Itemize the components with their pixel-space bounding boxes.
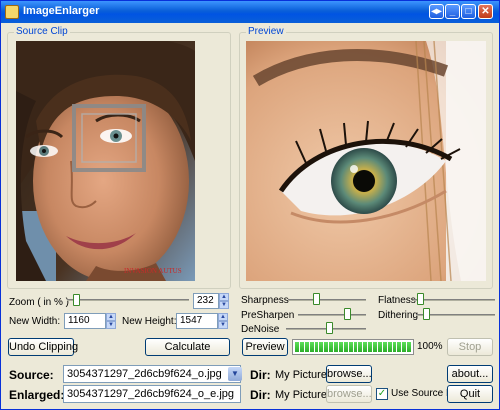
chevron-down-icon[interactable]: ▼: [228, 367, 242, 381]
enlarged-dir-value: My Pictures: [275, 389, 333, 401]
preview-button[interactable]: Preview: [242, 338, 288, 356]
spin-up-icon[interactable]: ▲: [218, 313, 228, 321]
window-title: ImageEnlarger: [23, 5, 100, 17]
quit-button[interactable]: Quit: [447, 385, 493, 403]
title-bar[interactable]: ImageEnlarger ◂▸ _ □ ✕: [1, 1, 499, 23]
minimize-icon[interactable]: _: [445, 4, 460, 19]
presharpen-slider-thumb[interactable]: [343, 308, 351, 320]
spin-up-icon[interactable]: ▲: [106, 313, 116, 321]
browse-source-button[interactable]: browse...: [326, 365, 372, 383]
new-height-input[interactable]: 1547: [176, 313, 218, 329]
source-file-value: 3054371297_2d6cb9f624_o.jpg: [67, 368, 222, 380]
calculate-button[interactable]: Calculate: [145, 338, 230, 356]
stop-button[interactable]: Stop: [447, 338, 493, 356]
preview-image: [246, 41, 486, 281]
zoom-label: Zoom ( in % ): [9, 297, 70, 308]
denoise-label: DeNoise: [241, 324, 280, 335]
app-icon: [5, 5, 19, 19]
spin-down-icon[interactable]: ▼: [218, 321, 228, 329]
use-source-dir-checkbox[interactable]: ✓: [376, 388, 388, 400]
enlarged-file-input[interactable]: 3054371297_2d6cb9f624_o_e.jpg: [63, 385, 241, 403]
sharpness-label: Sharpness: [241, 295, 289, 306]
spin-down-icon[interactable]: ▼: [106, 321, 116, 329]
source-dir-label: Dir:: [250, 368, 271, 382]
close-icon[interactable]: ✕: [478, 4, 493, 19]
spin-down-icon[interactable]: ▼: [219, 301, 229, 309]
new-height-spinner[interactable]: ▲ ▼: [218, 313, 228, 329]
flatness-slider-thumb[interactable]: [416, 293, 424, 305]
source-clip-label: Source Clip: [14, 26, 70, 37]
dithering-slider-thumb[interactable]: [423, 308, 431, 320]
presharpen-label: PreSharpen: [241, 310, 295, 321]
undo-clipping-button[interactable]: Undo Clipping: [8, 338, 78, 356]
restore-icon[interactable]: ◂▸: [429, 4, 444, 19]
enlarged-label: Enlarged:: [9, 388, 65, 402]
source-file-combo[interactable]: 3054371297_2d6cb9f624_o.jpg: [63, 365, 241, 383]
zoom-input[interactable]: 232: [193, 293, 219, 309]
source-label: Source:: [9, 368, 54, 382]
enlarged-dir-label: Dir:: [250, 388, 271, 402]
source-portrait: [16, 41, 195, 281]
source-dir-value: My Pictures: [275, 369, 333, 381]
zoom-slider-track[interactable]: [67, 299, 189, 301]
sharpness-slider-thumb[interactable]: [312, 293, 320, 305]
progress-bar: [292, 339, 414, 355]
new-width-input[interactable]: 1160: [64, 313, 106, 329]
preview-eye: [246, 41, 486, 281]
about-button[interactable]: about...: [447, 365, 493, 383]
denoise-slider-thumb[interactable]: [326, 322, 334, 334]
flatness-slider-track[interactable]: [413, 299, 495, 301]
zoom-slider-thumb[interactable]: [73, 294, 80, 306]
new-width-label: New Width:: [9, 316, 61, 327]
dithering-label: Dithering: [378, 310, 419, 321]
browse-enlarged-button[interactable]: browse...: [326, 385, 372, 403]
new-height-label: New Height:: [122, 316, 177, 327]
presharpen-slider-track[interactable]: [298, 314, 366, 316]
flatness-label: Flatness: [378, 295, 416, 306]
zoom-spinner[interactable]: ▲ ▼: [219, 293, 229, 309]
new-width-spinner[interactable]: ▲ ▼: [106, 313, 116, 329]
maximize-icon[interactable]: □: [461, 4, 476, 19]
progress-percent: 100%: [417, 341, 443, 352]
app-window: ImageEnlarger ◂▸ _ □ ✕ Source Clip INVAS…: [0, 0, 500, 410]
watermark-text: INVASION AUTUS: [124, 267, 182, 275]
source-image[interactable]: INVASION AUTUS: [16, 41, 195, 281]
sharpness-slider-track[interactable]: [288, 299, 366, 301]
preview-label: Preview: [246, 26, 286, 37]
spin-up-icon[interactable]: ▲: [219, 293, 229, 301]
